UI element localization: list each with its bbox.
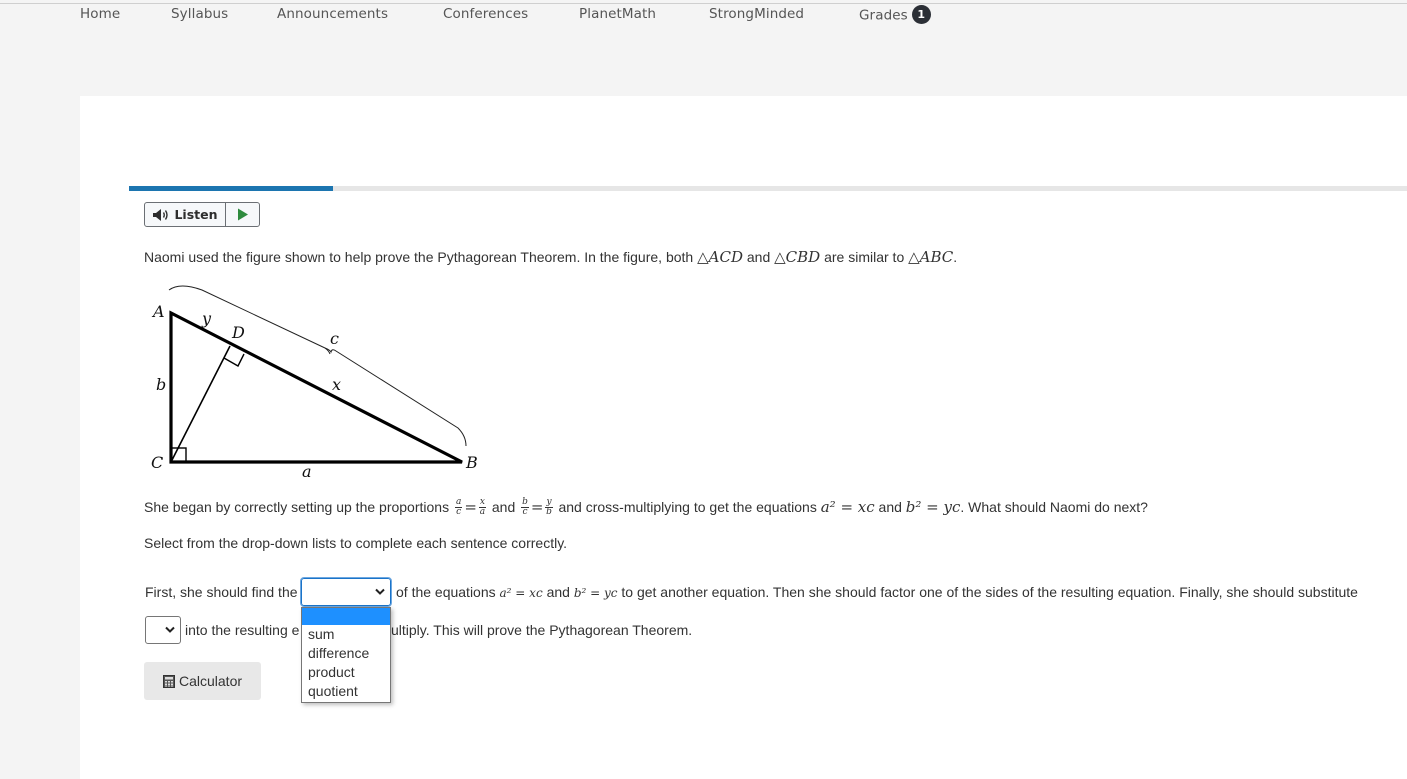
vertex-label-d: D: [231, 323, 245, 342]
vertex-label-b: B: [465, 453, 478, 472]
right-angle-mark-c: [170, 447, 187, 463]
vertex-label-c: C: [151, 453, 163, 472]
play-button[interactable]: [226, 203, 259, 226]
nav-home[interactable]: Home: [80, 6, 120, 22]
fraction-y-over-b: yb: [545, 496, 553, 517]
nav-strongminded[interactable]: StrongMinded: [709, 6, 804, 22]
course-nav: Home Syllabus Announcements Conferences …: [0, 4, 1407, 24]
nav-conferences[interactable]: Conferences: [443, 6, 528, 22]
equation-b-squared: b² = yc: [905, 498, 961, 516]
triangle-abc: △ABC: [908, 248, 954, 266]
dropdown-operation-options: sum difference product quotient: [301, 607, 391, 703]
sentence1-rest: of the equations a² = xc and b² = yc to …: [396, 584, 1358, 600]
option-sum[interactable]: sum: [302, 625, 390, 644]
progress-fill: [129, 186, 334, 191]
option-blank[interactable]: [302, 608, 390, 625]
nav-syllabus[interactable]: Syllabus: [171, 6, 228, 22]
sentence-equation-a-squared: a² = xc: [499, 586, 543, 600]
play-icon: [237, 208, 248, 221]
speaker-icon: [153, 208, 169, 221]
question-progress-bar: [129, 186, 1407, 191]
fraction-a-over-c: ac: [454, 496, 463, 517]
triangle-acd: △ACD: [697, 248, 743, 266]
side-label-a: a: [302, 462, 312, 481]
listen-button[interactable]: Listen: [145, 203, 226, 226]
option-quotient[interactable]: quotient: [302, 682, 390, 701]
side-label-y: y: [201, 309, 212, 328]
right-angle-mark-d: [223, 353, 245, 367]
nav-grades[interactable]: Grades 1: [859, 5, 931, 25]
nav-planetmath[interactable]: PlanetMath: [579, 6, 656, 22]
fraction-b-over-c: bc: [521, 496, 529, 517]
dropdown-substitution[interactable]: [145, 616, 181, 644]
right-triangle-figure: A B C D a b c x y: [151, 285, 478, 481]
side-label-c: c: [330, 329, 339, 348]
grades-count-badge: 1: [911, 5, 931, 24]
option-difference[interactable]: difference: [302, 644, 390, 663]
sentence1-start: First, she should find the: [145, 584, 298, 600]
nav-grades-label: Grades: [859, 7, 908, 24]
nav-announcements[interactable]: Announcements: [277, 6, 388, 22]
sentence-equation-b-squared: b² = yc: [573, 586, 618, 600]
side-label-x: x: [332, 375, 341, 394]
calculator-button[interactable]: Calculator: [144, 662, 261, 700]
listen-label: Listen: [174, 207, 218, 222]
equation-a-squared: a² = xc: [820, 498, 875, 516]
option-product[interactable]: product: [302, 663, 390, 682]
calculator-label: Calculator: [178, 673, 243, 689]
vertex-label-a: A: [151, 302, 165, 321]
instructions: Select from the drop-down lists to compl…: [144, 535, 568, 551]
calculator-icon: [162, 674, 175, 688]
triangle-abc-shape: [169, 310, 463, 464]
altitude-cd: [170, 345, 231, 463]
sentence2-start: into the resulting e: [185, 622, 300, 638]
triangle-cbd: △CBD: [774, 248, 821, 266]
side-label-b: b: [156, 375, 166, 394]
dropdown-operation[interactable]: [300, 577, 392, 607]
listen-button-group: Listen: [144, 202, 260, 227]
question-intro: Naomi used the figure shown to help prov…: [144, 248, 958, 266]
chevron-down-icon: [165, 626, 175, 633]
fraction-x-over-a: xa: [478, 496, 486, 517]
sentence2-end: ultiply. This will prove the Pythagorean…: [391, 622, 693, 638]
setup-paragraph: She began by correctly setting up the pr…: [144, 496, 1148, 517]
hypotenuse-brace: [168, 285, 467, 447]
chevron-down-icon: [375, 588, 385, 595]
